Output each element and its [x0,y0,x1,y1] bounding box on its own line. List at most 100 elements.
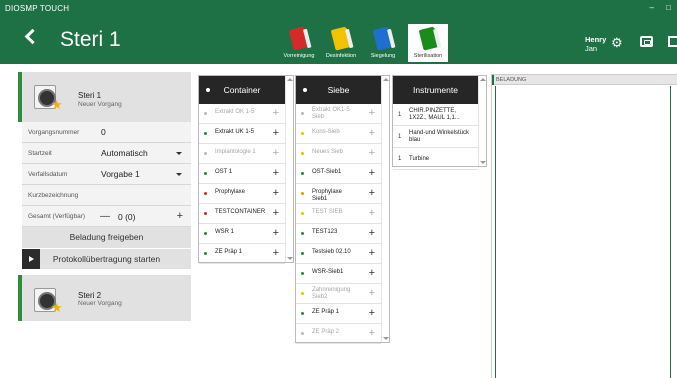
verfallsdatum-select[interactable]: Verfallsdatum Vorgabe 1 [22,164,191,185]
list-item[interactable]: Extrakt OK 1-5 + [199,104,285,124]
add-icon[interactable]: + [369,207,375,219]
tab-label: Siegelung [370,53,396,59]
user-info[interactable]: Henry Jan [585,35,606,53]
add-icon[interactable]: + [369,167,375,179]
list-item[interactable]: WSR-Sieb1 + [296,264,381,284]
field-label: Vorgangsnummer [28,129,80,136]
bullet-icon [303,88,307,92]
beladung-freigeben-button[interactable]: Beladung freigeben [22,227,191,248]
add-icon[interactable]: + [273,167,279,179]
title-bar: DIOSMP TOUCH – □ Steri 1 Vorreinigung Des… [0,0,677,64]
list-item[interactable]: Extrakt OK1-5 Sieb + [296,104,381,124]
item-label: Implantologie 1 [215,149,256,155]
scrollbar[interactable] [478,76,486,166]
status-dot-icon [301,272,304,275]
add-icon[interactable]: + [273,147,279,159]
gesamt-stepper: Gesamt (Verfügbar) — 0 (0) + [22,206,191,227]
field-label: Kurzbezeichnung [28,192,79,199]
list-item[interactable]: Prophylaxe Sieb1 + [296,184,381,204]
status-dot-icon [301,112,304,115]
status-dot-icon [301,232,304,235]
steri-1-card[interactable]: ★ Steri 1 Neuer Vorgang [18,72,191,122]
add-icon[interactable]: + [369,267,375,279]
status-dot-icon [204,112,207,115]
list-item[interactable]: 1 Turbine [393,148,478,170]
add-icon[interactable]: + [273,127,279,139]
item-quantity: 1 [398,156,402,162]
add-icon[interactable]: + [273,107,279,119]
item-label: Hand-und Winkelstück blau [409,130,470,143]
field-label: Verfallsdatum [28,171,68,178]
sterilizer-icon: ★ [34,284,64,315]
list-item[interactable]: TESTCONTAINER + [199,204,285,224]
list-item[interactable]: ZE Präp 1 + [296,304,381,324]
status-dot-icon [301,252,304,255]
add-icon[interactable]: + [273,247,279,259]
maximize-icon[interactable]: □ [666,3,671,12]
item-label: TEST SIEB [312,209,343,215]
item-label: WSR-Sieb1 [312,269,344,275]
protokoll-start-button[interactable]: Protokollübertragung starten [22,249,191,269]
list-item[interactable]: Zahnreinigung Sieb2 + [296,284,381,304]
item-label: Prophylaxe [215,189,246,195]
list-item[interactable]: ZE Präp 1 + [199,244,285,264]
scrollbar[interactable] [381,76,389,342]
tab-vorreinigung[interactable]: Vorreinigung [278,24,320,62]
add-icon[interactable]: + [369,327,375,339]
user-name: Henry [585,35,607,44]
card-title: Steri 2 [78,291,102,300]
gear-icon[interactable]: ⚙ [611,36,623,49]
list-item[interactable]: Kons-Sieb + [296,124,381,144]
chevron-down-icon[interactable] [176,173,182,176]
list-item[interactable]: Extrakt UK 1-5 + [199,124,285,144]
item-label: WSR 1 [215,229,235,235]
button-label: Protokollübertragung starten [52,254,161,264]
startzeit-select[interactable]: Startzeit Automatisch [22,143,191,164]
back-arrow-icon[interactable] [24,28,41,45]
kurzbezeichnung-field[interactable]: Kurzbezeichnung [22,185,191,206]
add-icon[interactable]: + [369,227,375,239]
process-form: Vorgangsnummer 0 Startzeit Automatisch V… [22,122,191,227]
card-reader-icon[interactable] [640,36,653,47]
tab-siegelung[interactable]: Siegelung [362,24,404,62]
beladung-drop-area[interactable] [495,86,671,378]
add-icon[interactable]: + [369,147,375,159]
list-item[interactable]: 1 Hand-und Winkelstück blau [393,126,478,148]
add-icon[interactable]: + [369,187,375,199]
status-dot-icon [204,172,207,175]
field-label: Startzeit [28,150,52,157]
add-icon[interactable]: + [369,287,375,299]
tab-sterilisation[interactable]: Sterilisation [408,24,448,62]
minus-icon[interactable]: — [100,211,110,222]
list-item[interactable]: TEST SIEB + [296,204,381,224]
list-item[interactable]: 1 CHIR.PINZETTE, 1X2Z., MAUL 1,1... [393,104,478,126]
add-icon[interactable]: + [273,187,279,199]
add-icon[interactable]: + [369,107,375,119]
add-icon[interactable]: + [273,207,279,219]
list-item[interactable]: WSR 1 + [199,224,285,244]
tab-desinfektion[interactable]: Desinfektion [320,24,362,62]
list-item[interactable]: OST-Sieb1 + [296,164,381,184]
exit-icon[interactable] [668,36,677,47]
status-dot-icon [301,212,304,215]
list-item[interactable]: Prophylaxe + [199,184,285,204]
add-icon[interactable]: + [369,307,375,319]
book-icon [330,26,352,51]
bullet-icon [206,88,210,92]
list-item[interactable]: Implantologie 1 + [199,144,285,164]
list-item[interactable]: Neues Sieb + [296,144,381,164]
add-icon[interactable]: + [369,127,375,139]
status-dot-icon [301,192,304,195]
status-dot-icon [204,132,207,135]
list-item[interactable]: OST 1 + [199,164,285,184]
minimize-icon[interactable]: – [649,3,653,12]
list-item[interactable]: ZE Präp 2 + [296,324,381,344]
scrollbar[interactable] [285,76,293,262]
plus-icon[interactable]: + [177,210,183,222]
list-item[interactable]: TEST123 + [296,224,381,244]
chevron-down-icon[interactable] [176,152,182,155]
add-icon[interactable]: + [369,247,375,259]
steri-2-card[interactable]: ★ Steri 2 Neuer Vorgang [18,275,191,321]
list-item[interactable]: Testsieb 02.10 + [296,244,381,264]
add-icon[interactable]: + [273,227,279,239]
